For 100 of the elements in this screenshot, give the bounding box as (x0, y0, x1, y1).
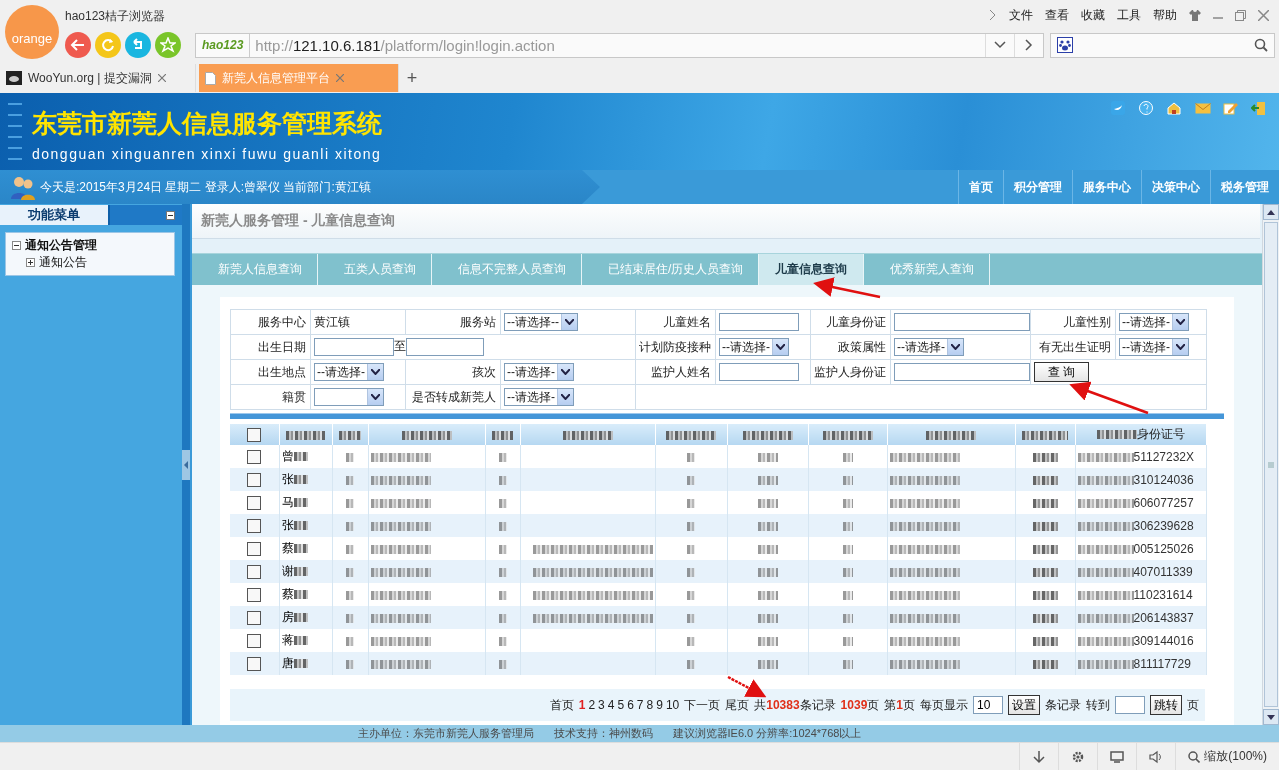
set-button[interactable]: 设置 (1008, 695, 1040, 715)
redacted-text (842, 498, 853, 508)
page-size-field[interactable]: 10 (973, 696, 1003, 714)
date-field[interactable] (314, 338, 394, 356)
settings-icon[interactable] (1071, 749, 1086, 764)
paw-icon[interactable] (1057, 37, 1073, 53)
redacted-text (687, 475, 695, 485)
collapse-handle[interactable] (182, 449, 190, 480)
input-field[interactable] (719, 363, 799, 381)
page-number-field[interactable] (1115, 696, 1145, 714)
download-icon[interactable] (1032, 749, 1047, 764)
zoom-level[interactable]: 缩放(100%) (1204, 748, 1267, 765)
input-field[interactable] (894, 313, 1030, 331)
select-field[interactable]: --请选择- (314, 363, 384, 381)
page-link[interactable]: 2 (588, 698, 596, 712)
menu-item[interactable]: 通知公告管理 (25, 237, 97, 254)
page-link[interactable]: 下一页 (684, 696, 721, 714)
chevron-right-icon[interactable] (989, 9, 997, 21)
favorite-button[interactable] (155, 32, 181, 58)
select-field[interactable]: --请选择- (1119, 313, 1189, 331)
collapse-icon[interactable] (166, 210, 175, 220)
table-row[interactable]: 谢 407011339 (230, 560, 1206, 583)
exit-icon[interactable] (1251, 101, 1267, 116)
close-icon[interactable] (336, 74, 344, 82)
menu-title: 功能菜单 (0, 205, 110, 225)
go-button[interactable]: 跳转 (1150, 695, 1182, 715)
menu-item[interactable]: 通知公告 (39, 254, 87, 271)
home-icon[interactable] (1167, 101, 1183, 116)
page-link[interactable]: 3 (598, 698, 605, 712)
checkbox[interactable] (247, 472, 262, 487)
search-field[interactable] (1050, 32, 1275, 58)
select-field[interactable]: --请选择- (894, 338, 964, 356)
menu-item[interactable]: 工具 (1117, 6, 1141, 24)
search-button[interactable]: 查 询 (1034, 362, 1089, 382)
undo-button[interactable] (125, 32, 151, 58)
grip-icon[interactable] (1268, 461, 1274, 468)
triangle-down-icon[interactable] (1267, 714, 1275, 720)
page-link[interactable]: 9 (656, 698, 663, 712)
help-icon[interactable] (1139, 101, 1155, 116)
page-link[interactable]: 8 (646, 698, 654, 712)
redacted-text (757, 590, 778, 600)
menu-item[interactable]: 查看 (1045, 6, 1069, 24)
table-row[interactable]: 张 310124036 (230, 468, 1206, 491)
page-link[interactable]: 7 (636, 698, 644, 712)
input-field[interactable] (894, 363, 1030, 381)
column-header: 身份证号 (1136, 427, 1185, 441)
menu-item[interactable]: 收藏 (1081, 6, 1105, 24)
back-button[interactable] (65, 32, 91, 58)
checkbox[interactable] (247, 449, 262, 464)
scrollbar[interactable] (1262, 204, 1279, 725)
checkbox[interactable] (247, 587, 262, 602)
maximize-icon[interactable] (1235, 9, 1246, 21)
page-link[interactable]: 6 (627, 698, 634, 712)
checkbox[interactable] (247, 656, 262, 671)
triangle-up-icon[interactable] (1267, 209, 1275, 215)
table-row[interactable]: 唐 811117729 (230, 652, 1206, 675)
go-icon[interactable] (1025, 39, 1033, 51)
page-link[interactable]: 10 (665, 698, 680, 712)
redacted-text (1077, 659, 1134, 669)
search-icon[interactable] (1254, 38, 1268, 52)
redacted-text (842, 475, 853, 485)
page-link[interactable]: 4 (607, 698, 615, 712)
dropdown-icon[interactable] (994, 41, 1006, 49)
screen-icon[interactable] (1110, 749, 1125, 764)
select-field[interactable]: --请选择-- (504, 313, 578, 331)
select-field[interactable]: --请选择- (719, 338, 789, 356)
close-icon[interactable] (1258, 9, 1269, 21)
field-value: 黄江镇 (314, 314, 350, 329)
shirt-icon[interactable] (1189, 9, 1201, 21)
speaker-icon[interactable] (1149, 749, 1164, 764)
page-link[interactable]: 1 (578, 698, 586, 712)
table-row[interactable]: 房 206143837 (230, 606, 1206, 629)
select-field[interactable]: --请选择- (504, 388, 574, 406)
select-field[interactable]: --请选择- (504, 363, 574, 381)
table-row[interactable]: 张 306239628 (230, 514, 1206, 537)
checkbox[interactable] (247, 427, 262, 442)
address-field[interactable]: hao123 http://121.10.6.181/platform/login!login.action (195, 32, 1044, 58)
redacted-text (498, 659, 507, 669)
collapse-icon[interactable] (12, 241, 21, 250)
date-field[interactable] (406, 338, 484, 356)
checkbox[interactable] (247, 633, 262, 648)
close-icon[interactable] (157, 74, 166, 82)
page-link[interactable]: 5 (617, 698, 625, 712)
tab[interactable]: 儿童信息查询 (759, 254, 865, 285)
new-tab-button[interactable]: + (399, 64, 425, 92)
checkbox[interactable] (247, 610, 262, 625)
edit-icon[interactable] (1223, 101, 1239, 116)
input-field[interactable] (719, 313, 799, 331)
page-link[interactable]: 尾页 (725, 696, 750, 714)
menu-item[interactable]: 帮助 (1153, 6, 1177, 24)
checkbox[interactable] (247, 495, 262, 510)
checkbox[interactable] (247, 541, 262, 556)
checkbox[interactable] (247, 564, 262, 579)
select-field[interactable]: --请选择- (1119, 338, 1189, 356)
checkbox[interactable] (247, 518, 262, 533)
page-link[interactable]: 首页 (549, 696, 574, 714)
browser-tab[interactable]: WooYun.org | 提交漏洞 (0, 64, 196, 92)
expand-icon[interactable] (26, 258, 35, 267)
menu-item[interactable]: 文件 (1009, 6, 1033, 24)
select-field[interactable] (314, 388, 384, 406)
